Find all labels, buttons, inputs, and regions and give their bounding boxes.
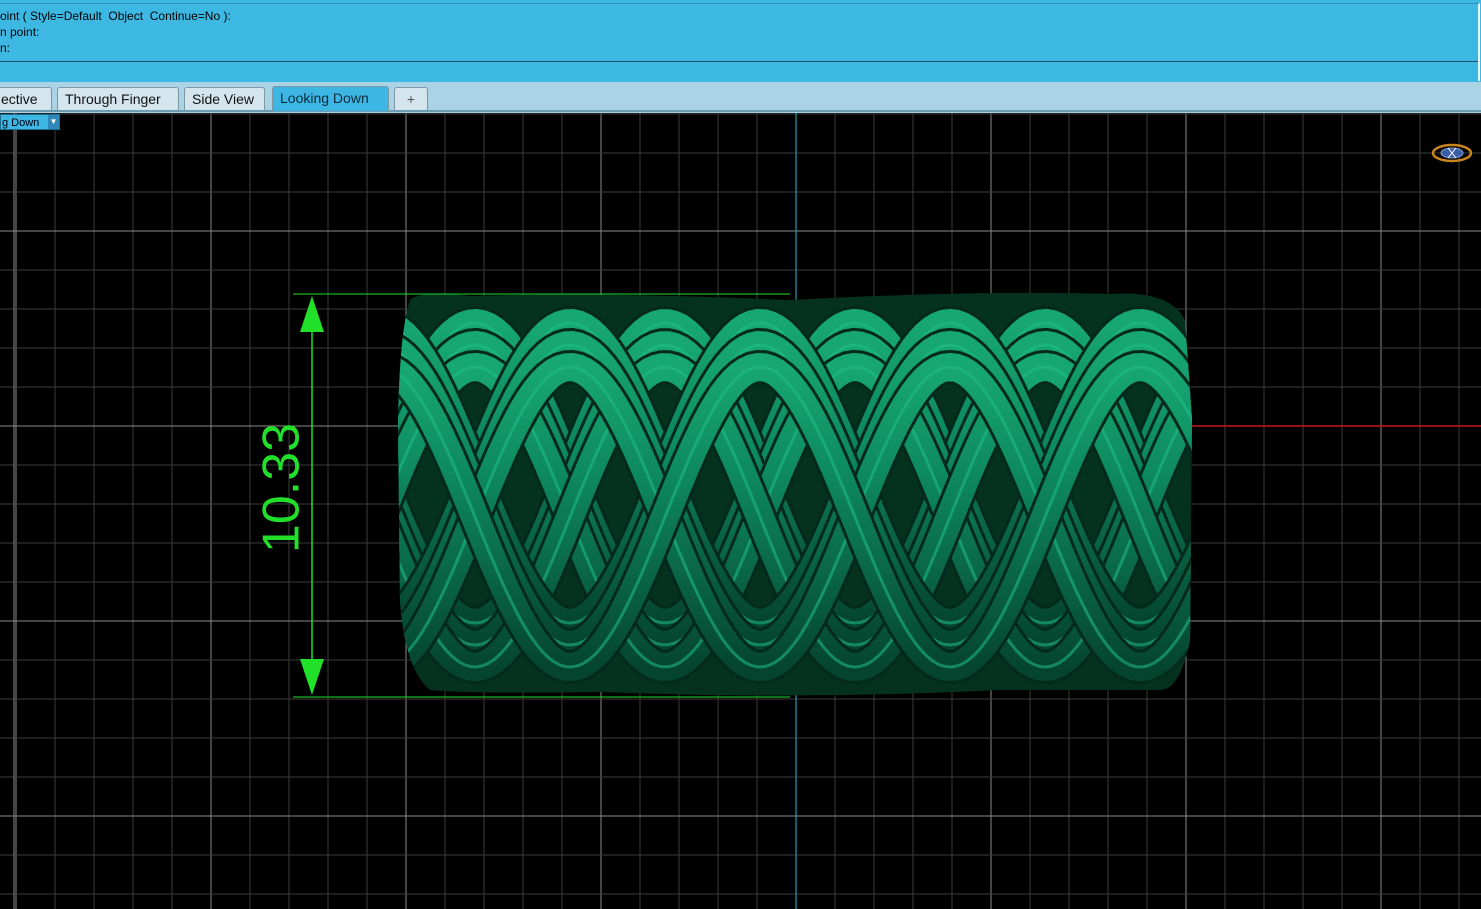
- dimension-arrow-bottom: [300, 659, 324, 695]
- braided-ring: [398, 292, 1192, 696]
- tab-perspective[interactable]: ective: [0, 87, 52, 110]
- command-line-2: n point:: [0, 25, 40, 39]
- tab-side-view[interactable]: Side View: [184, 87, 265, 110]
- dimension-arrow-top: [300, 296, 324, 332]
- viewport-tab-bar: ective Through Finger Side View Looking …: [0, 82, 1481, 113]
- command-line-3: n:: [0, 41, 11, 55]
- viewport-looking-down[interactable]: 10.33: [0, 113, 1481, 909]
- chevron-down-icon: ▼: [48, 115, 59, 129]
- command-history-frame: oint ( Style=Default Object Continue=No …: [0, 3, 1480, 81]
- command-history-panel: oint ( Style=Default Object Continue=No …: [0, 0, 1481, 82]
- command-line-1: oint ( Style=Default Object Continue=No …: [0, 9, 231, 23]
- viewport-title: g Down: [2, 117, 40, 129]
- tab-through-finger[interactable]: Through Finger: [57, 87, 179, 110]
- add-tab-button[interactable]: +: [394, 87, 428, 110]
- viewport-title-dropdown[interactable]: g Down ▼: [0, 114, 60, 130]
- tab-looking-down[interactable]: Looking Down: [272, 86, 389, 111]
- tab-bar-baseline: [0, 110, 1481, 112]
- command-prompt-divider: [0, 61, 1478, 62]
- dimension-value: 10.33: [253, 423, 311, 553]
- viewport-canvas[interactable]: 10.33: [0, 113, 1481, 909]
